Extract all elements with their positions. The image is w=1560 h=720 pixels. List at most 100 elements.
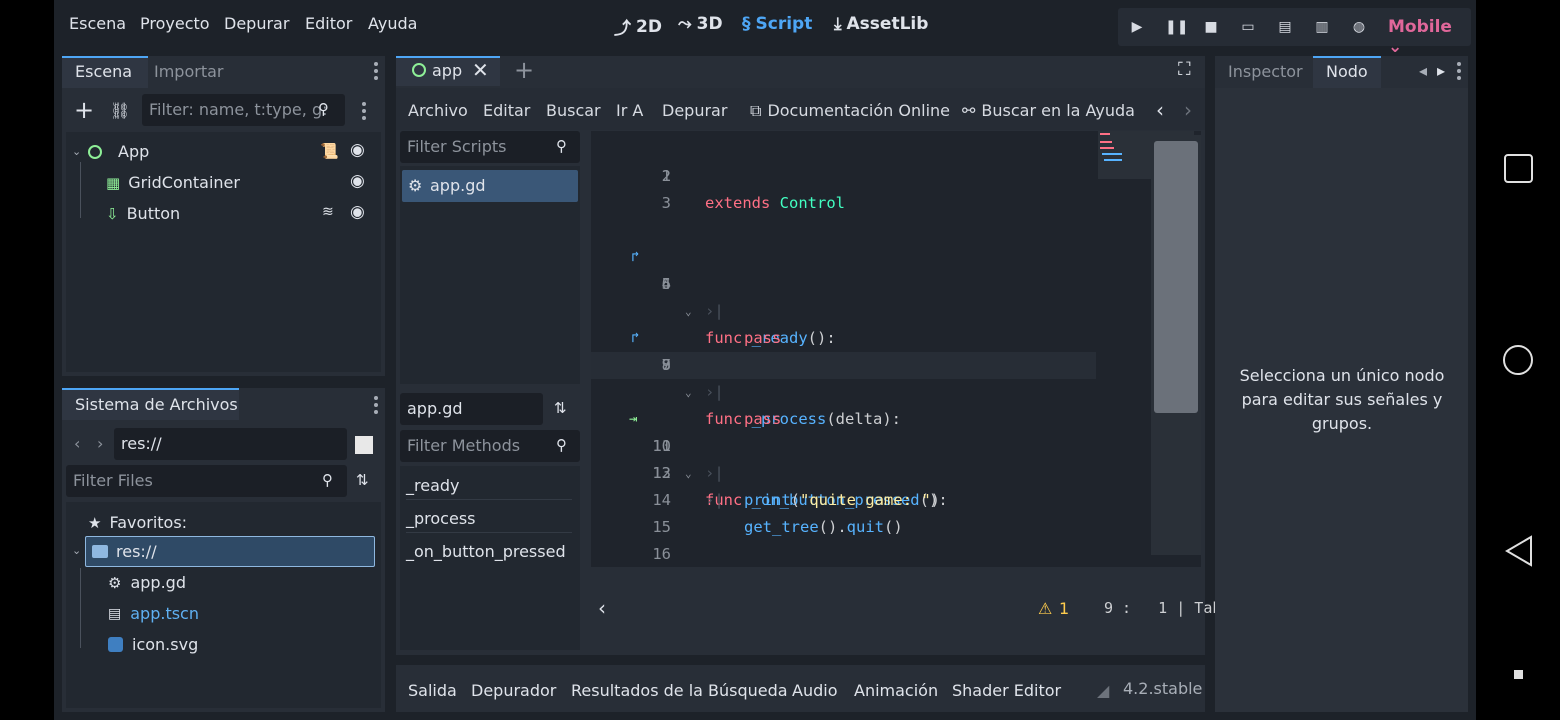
filter-methods-input[interactable]: Filter Methods	[400, 430, 580, 462]
filter-scripts-input[interactable]: Filter Scripts	[400, 131, 580, 163]
method-item[interactable]: _on_button_pressed	[406, 542, 566, 561]
tab-escena[interactable]: Escena	[75, 62, 132, 81]
filesystem-menu-icon[interactable]	[374, 396, 378, 417]
add-node-icon[interactable]: +	[74, 98, 94, 122]
code-line-15: 15	[652, 518, 671, 536]
tab-nodo[interactable]: Nodo	[1326, 62, 1368, 81]
signal-icon[interactable]: ≋	[322, 204, 334, 220]
next-script-icon[interactable]: ›	[1184, 98, 1192, 122]
code-line-13: 13	[652, 464, 671, 482]
mode-assetlib-button[interactable]: ⤓ AssetLib	[834, 14, 928, 34]
filter-files-input[interactable]: Filter Files	[66, 465, 347, 497]
chevron-down-icon[interactable]: ⌄	[72, 145, 88, 158]
warning-count[interactable]: 1	[1059, 599, 1069, 618]
search-icon: ⚲	[556, 137, 567, 155]
renderer-select[interactable]: Mobile ⌄	[1388, 17, 1471, 57]
home-icon[interactable]	[1503, 345, 1533, 375]
bottom-tab-audio[interactable]: Audio	[792, 681, 837, 700]
fullscreen-icon[interactable]: ⛶	[1178, 59, 1191, 80]
bottom-tab-busqueda[interactable]: Resultados de la Búsqueda	[571, 681, 788, 700]
visibility-eye-icon[interactable]: ◉	[350, 171, 365, 191]
no-selection-message: Selecciona un único nodo para editar sus…	[1239, 366, 1445, 433]
script-menu-editar[interactable]: Editar	[483, 101, 530, 120]
scene-filter-menu-icon[interactable]	[362, 102, 366, 123]
recents-icon[interactable]	[1504, 154, 1533, 183]
script-menu-depurar[interactable]: Depurar	[662, 101, 727, 120]
file-icon-svg[interactable]: icon.svg	[108, 635, 198, 654]
menu-depurar[interactable]: Depurar	[224, 14, 289, 33]
prev-script-icon[interactable]: ‹	[1156, 98, 1164, 122]
play-scene-icon[interactable]: ▤	[1276, 18, 1294, 36]
script-menu-archivo[interactable]: Archivo	[408, 101, 468, 120]
back-arrow-icon[interactable]: ‹	[74, 434, 80, 453]
scene-filter-input[interactable]: Filter: name, t:type, g:	[142, 94, 345, 126]
stop-icon[interactable]: ■	[1202, 18, 1220, 36]
warning-icon[interactable]: ⚠	[1038, 599, 1052, 618]
tab-importar[interactable]: Importar	[154, 62, 223, 81]
split-view-icon[interactable]	[355, 436, 373, 454]
menu-ayuda[interactable]: Ayuda	[368, 14, 417, 33]
dock-menu-icon[interactable]	[1457, 62, 1461, 83]
online-docs-button[interactable]: ⧉ Documentación Online	[750, 101, 950, 121]
bottom-tab-animacion[interactable]: Animación	[854, 681, 938, 700]
sort-icon[interactable]: ⇅	[554, 399, 567, 417]
remote-debug-icon[interactable]: ▭	[1239, 18, 1257, 36]
scene-dock-menu-icon[interactable]	[374, 62, 378, 83]
3d-icon: ⤳	[678, 14, 692, 34]
code-line-1: 1 extends Control	[661, 167, 845, 212]
visibility-eye-icon[interactable]: ◉	[350, 140, 365, 160]
file-app-tscn[interactable]: ▤ app.tscn	[108, 604, 199, 623]
play-icon[interactable]: ▶	[1128, 18, 1146, 36]
prev-dock-icon[interactable]: ◂	[1419, 61, 1427, 80]
scrollbar-thumb[interactable]	[1154, 141, 1198, 413]
script-icon: §	[742, 14, 751, 34]
method-item[interactable]: _ready	[406, 476, 460, 495]
code-line-3: 3	[661, 194, 671, 212]
code-editor[interactable]: 1 extends Control 2 3 ↱ 4 ⌄ func _ready(…	[591, 131, 1201, 567]
sort-icon[interactable]: ⇅	[356, 471, 369, 489]
script-attached-icon[interactable]: 📜	[320, 142, 339, 160]
pause-icon[interactable]: ❚❚	[1165, 18, 1188, 36]
play-custom-scene-icon[interactable]: ▥	[1313, 18, 1331, 36]
method-item[interactable]: _process	[406, 509, 475, 528]
movie-maker-icon[interactable]: ◍	[1350, 18, 1368, 36]
bottom-tab-shader-editor[interactable]: Shader Editor	[952, 681, 1061, 700]
tree-node-button[interactable]: ⇩ Button	[106, 204, 180, 223]
file-app-gd[interactable]: ⚙ app.gd	[108, 573, 186, 592]
toggle-scripts-panel-icon[interactable]: ‹	[598, 596, 606, 620]
path-field[interactable]: res://	[114, 428, 347, 460]
code-line-8: 8 ›| pass	[661, 356, 782, 428]
visibility-eye-icon[interactable]: ◉	[350, 202, 365, 222]
back-icon[interactable]	[1504, 535, 1534, 567]
cursor-position[interactable]: 9 : 1 | Tabs	[1104, 599, 1230, 617]
tree-node-gridcontainer[interactable]: ▦ GridContainer	[106, 173, 240, 192]
folder-res[interactable]: res://	[92, 542, 157, 561]
next-dock-icon[interactable]: ▸	[1437, 61, 1445, 80]
mode-3d-button[interactable]: ⤳ 3D	[678, 14, 723, 34]
script-menu-ir-a[interactable]: Ir A	[616, 101, 643, 120]
menu-escena[interactable]: Escena	[69, 14, 126, 33]
tree-node-app[interactable]: ⌄ App	[72, 142, 149, 161]
mode-2d-button[interactable]: ⤴ 2D	[614, 14, 662, 40]
bottom-tab-depurador[interactable]: Depurador	[471, 681, 556, 700]
search-help-button[interactable]: ⚯ Buscar en la Ayuda	[962, 101, 1135, 120]
chevron-down-icon[interactable]: ⌄	[72, 544, 81, 557]
script-menu-buscar[interactable]: Buscar	[546, 101, 601, 120]
bottom-tab-salida[interactable]: Salida	[408, 681, 457, 700]
grid-container-icon: ▦	[106, 173, 121, 192]
link-icon[interactable]: ⛓	[110, 101, 130, 120]
tab-filesystem[interactable]: Sistema de Archivos	[75, 395, 238, 414]
new-tab-icon[interactable]: +	[514, 56, 534, 84]
scene-tree: ⌄ App 📜 ◉ ▦ GridContainer ◉ ⇩ Button ≋ ◉	[66, 132, 381, 372]
mode-script-button[interactable]: § Script	[742, 14, 812, 34]
control-node-icon	[88, 144, 102, 159]
external-link-icon: ⧉	[750, 101, 762, 120]
script-item-app[interactable]: ⚙ app.gd	[402, 170, 578, 202]
close-icon[interactable]: ✕	[472, 58, 489, 82]
code-line-7: ↱ 7 ⌄ func _process(delta):	[591, 298, 1096, 428]
tab-inspector[interactable]: Inspector	[1228, 62, 1303, 81]
forward-arrow-icon[interactable]: ›	[97, 434, 103, 453]
menu-editor[interactable]: Editor	[305, 14, 352, 33]
menu-proyecto[interactable]: Proyecto	[140, 14, 210, 33]
favorites-item[interactable]: ★ Favoritos:	[88, 513, 187, 532]
